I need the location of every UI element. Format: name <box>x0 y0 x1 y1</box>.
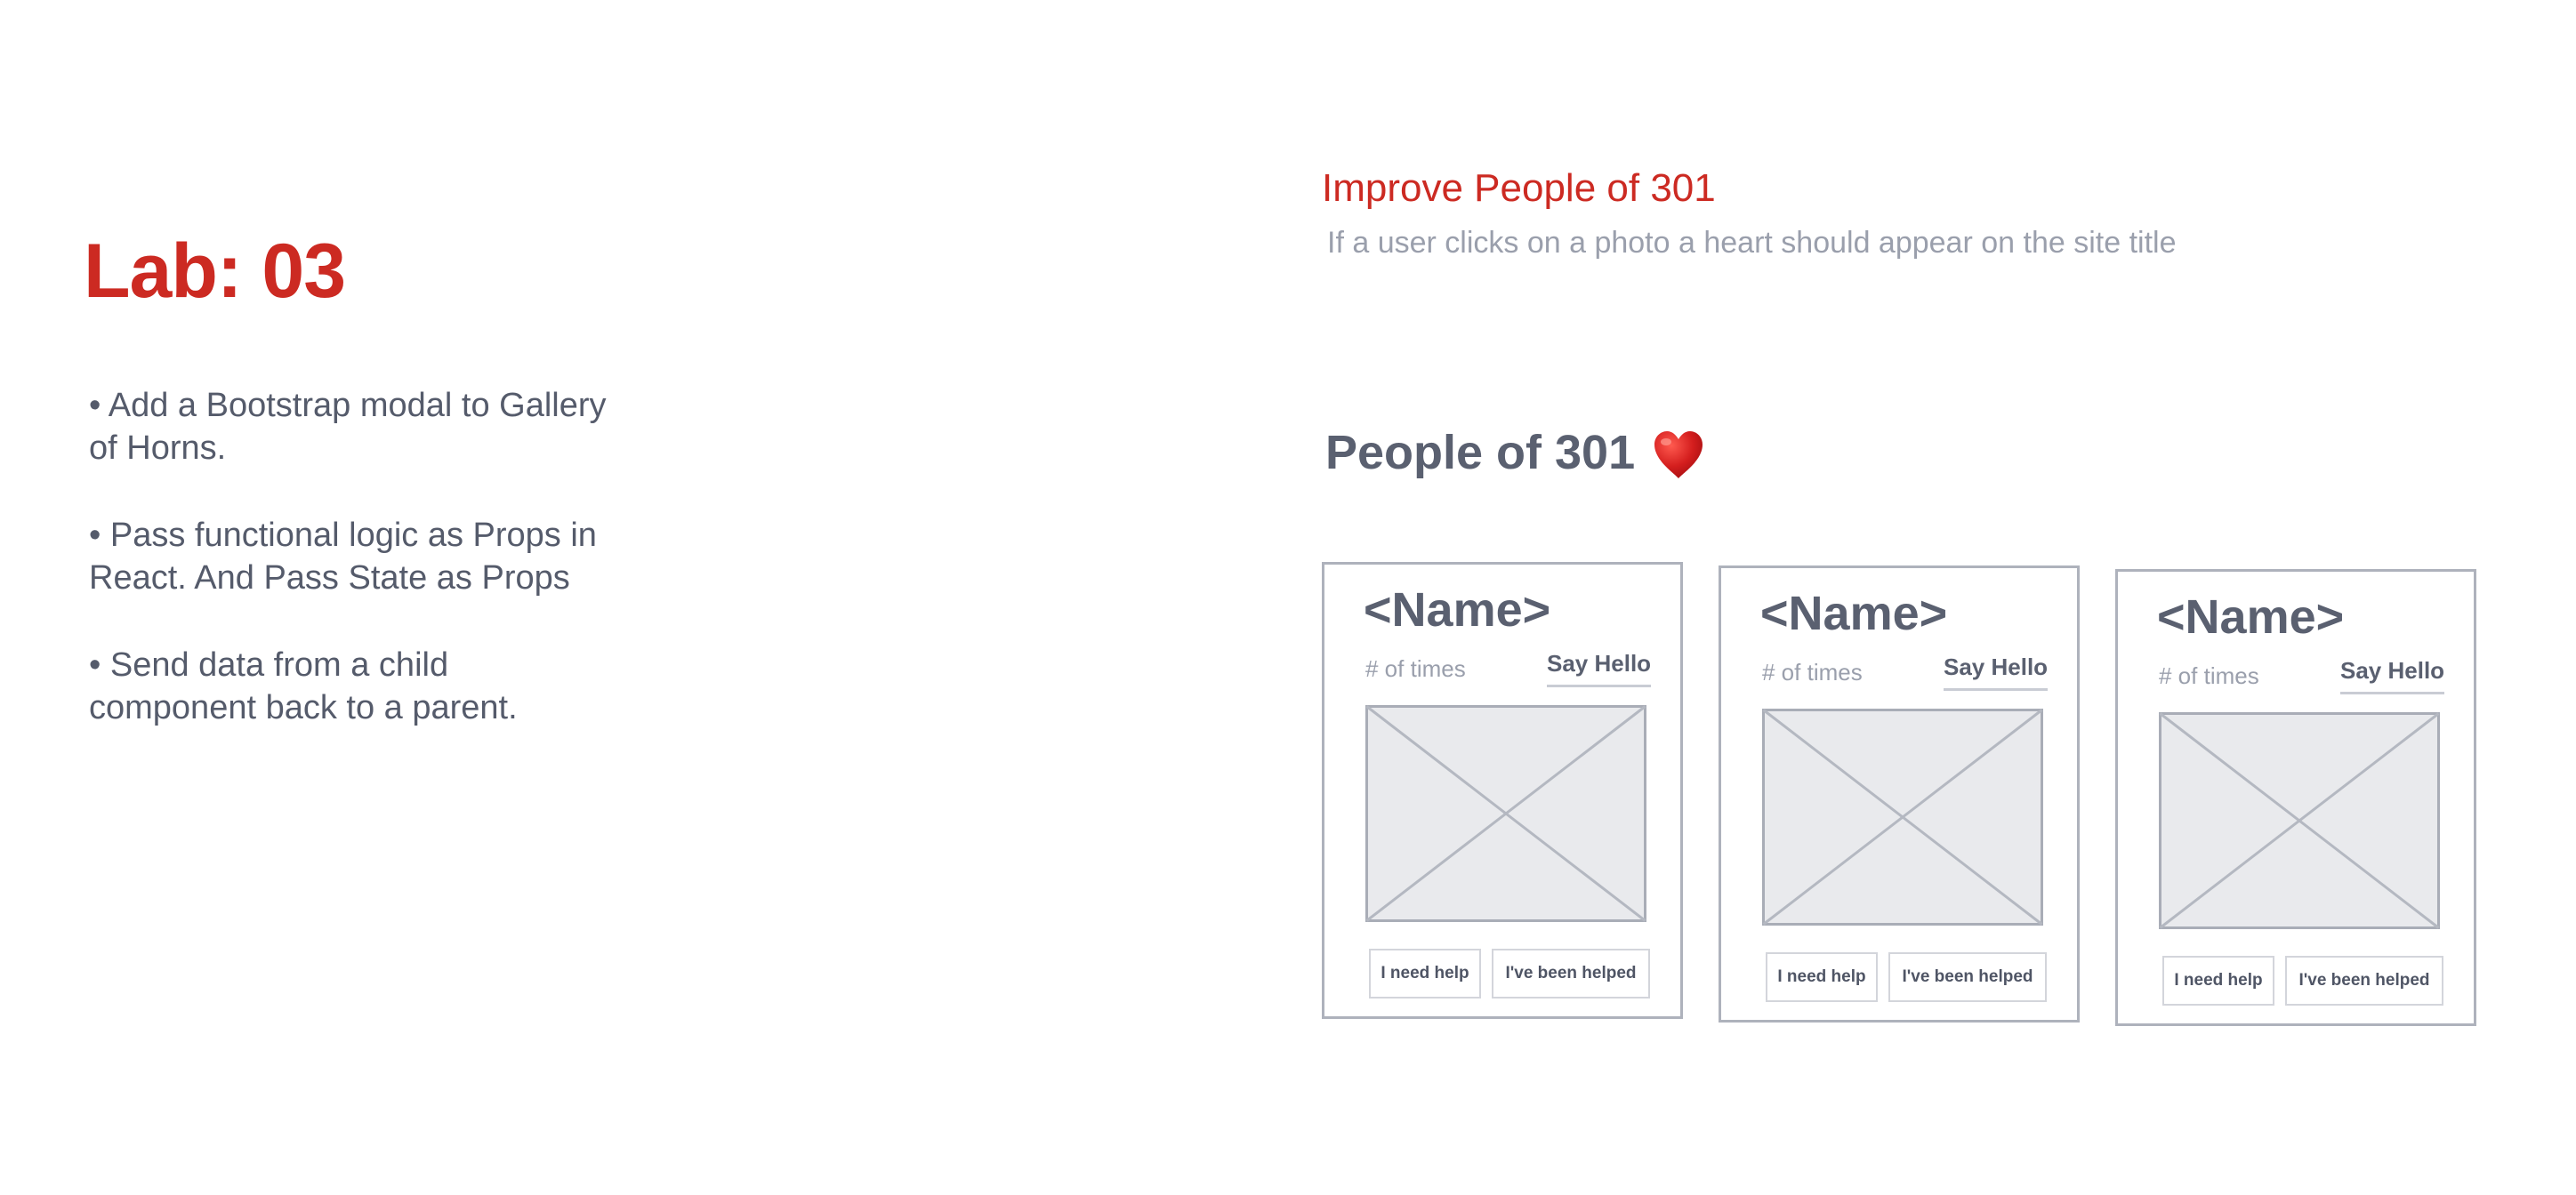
need-help-button[interactable]: I need help <box>1766 952 1878 1002</box>
task-title: Improve People of 301 <box>1322 166 1716 210</box>
objective-item: • Pass functional logic as Props in Reac… <box>89 517 597 597</box>
been-helped-button[interactable]: I've been helped <box>2285 956 2443 1006</box>
say-hello-link[interactable]: Say Hello <box>2340 657 2445 694</box>
site-title: People of 301 <box>1325 426 1636 479</box>
been-helped-button[interactable]: I've been helped <box>1888 952 2047 1002</box>
objective-item: • Add a Bootstrap modal to Gallery of Ho… <box>89 387 607 467</box>
heart-icon <box>1654 431 1703 478</box>
card-name: <Name> <box>1760 587 1948 640</box>
person-card: <Name> # of times Say Hello I need help … <box>2115 569 2476 1026</box>
times-count: # of times <box>2159 662 2259 689</box>
person-card: <Name> # of times Say Hello I need help … <box>1322 562 1683 1019</box>
objectives-list: • Add a Bootstrap modal to Gallery of Ho… <box>89 384 623 774</box>
say-hello-link[interactable]: Say Hello <box>1547 650 1652 687</box>
need-help-button[interactable]: I need help <box>1369 949 1481 999</box>
objective-item: • Send data from a child component back … <box>89 646 518 726</box>
image-placeholder-icon[interactable] <box>1365 705 1646 922</box>
task-description: If a user clicks on a photo a heart shou… <box>1327 226 2177 260</box>
times-count: # of times <box>1762 659 1863 686</box>
say-hello-link[interactable]: Say Hello <box>1944 654 2049 691</box>
image-placeholder-icon[interactable] <box>2159 712 2440 929</box>
image-placeholder-icon[interactable] <box>1762 709 2043 926</box>
card-name: <Name> <box>1364 583 1551 637</box>
been-helped-button[interactable]: I've been helped <box>1492 949 1650 999</box>
person-card: <Name> # of times Say Hello I need help … <box>1719 565 2080 1023</box>
card-name: <Name> <box>2157 590 2345 644</box>
need-help-button[interactable]: I need help <box>2162 956 2274 1006</box>
lab-title: Lab: 03 <box>84 229 346 314</box>
times-count: # of times <box>1365 655 1466 682</box>
